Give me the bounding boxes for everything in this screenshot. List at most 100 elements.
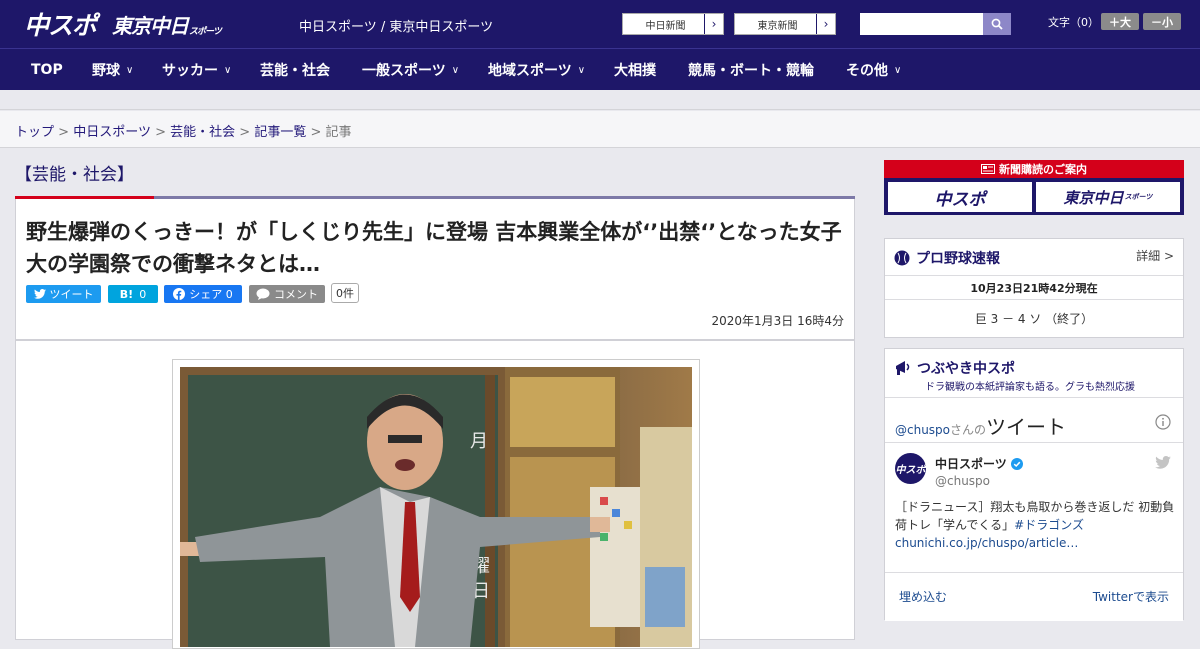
twitter-tweets-word: ツイート (986, 415, 1067, 439)
subscription-title: 新聞購読のご案内 (884, 160, 1184, 178)
baseball-icon (894, 250, 910, 266)
main-nav: TOP 野球 ∨ サッカー ∨ 芸能・社会 一般スポーツ ∨ 地域スポーツ ∨ 大相撲 … (0, 48, 1200, 90)
baseball-updated: 10月23日21時42分現在 (970, 282, 1098, 295)
tokyo-shimbun-button[interactable]: 東京新聞 › (734, 13, 836, 35)
search-input[interactable] (860, 13, 983, 35)
twitter-panel-title: つぶやき中スポ (894, 358, 1015, 378)
breadcrumb-sep: > (58, 125, 70, 140)
view-on-twitter-link[interactable]: Twitterで表示 (1093, 588, 1169, 605)
baseball-title-text: プロ野球速報 (916, 251, 1000, 267)
divider (885, 299, 1183, 300)
breadcrumb-chuspo[interactable]: 中日スポーツ (73, 125, 151, 140)
tweet-account-name-text: 中日スポーツ (935, 457, 1007, 471)
breadcrumb-sep: > (239, 125, 251, 140)
divider (885, 275, 1183, 276)
breadcrumb-current: 記事 (325, 125, 352, 140)
chevron-down-icon: ∨ (894, 64, 902, 76)
tweet-label: ツイート (49, 288, 94, 301)
breadcrumb-article-list[interactable]: 記事一覧 (254, 125, 306, 140)
verified-badge-icon (1010, 457, 1023, 470)
nav-item-local-sports[interactable]: 地域スポーツ ∨ (488, 49, 585, 91)
article-photo: 月 曜 日 (180, 367, 692, 647)
chunichi-shimbun-button[interactable]: 中日新聞 › (622, 13, 724, 35)
tokyo-chunichi-logo[interactable]: 東京中日 スポーツ (112, 11, 222, 39)
article-header: 野生爆弾のくっきー！が「しくじり先生」に登場 吉本興業全体が‘’出禁‘’となった… (15, 199, 855, 340)
chevron-down-icon: ∨ (224, 64, 232, 76)
chevron-down-icon: ∨ (577, 64, 586, 76)
nav-label: 競馬・ボート・競輪 (688, 63, 814, 79)
breadcrumb-entertainment[interactable]: 芸能・社会 (170, 125, 235, 140)
twitter-panel: つぶやき中スポ ドラ観戦の本紙評論家も語る。グラも熱烈応援 @chuspoさんの… (884, 348, 1184, 621)
nav-item-other[interactable]: その他 ∨ (846, 49, 901, 91)
nav-label: TOP (31, 62, 63, 78)
baseball-detail-link[interactable]: 詳細 > (1136, 247, 1174, 264)
tweet-hashtag[interactable]: #ドラゴンズ (1014, 518, 1084, 532)
nav-label: その他 (846, 63, 888, 79)
twitter-panel-subtitle: ドラ観戦の本紙評論家も語る。グラも熱烈応援 (925, 382, 1135, 393)
nav-item-entertainment[interactable]: 芸能・社会 (260, 49, 330, 91)
twitter-bird-icon (33, 289, 46, 299)
hatena-b-icon: B! (119, 287, 134, 301)
twitter-embed: @chuspoさんのツイート 中スポ 中日スポーツ @chuspo ［ドラニュー… (885, 397, 1183, 621)
hatena-bookmark-button[interactable]: B! 0 (108, 285, 158, 303)
baseball-score-row[interactable]: 巨 3 － 4 ソ （終了） (885, 310, 1183, 327)
comment-button[interactable]: コメント (249, 285, 325, 303)
search-icon (991, 18, 1003, 30)
divider (885, 572, 1183, 573)
embed-link[interactable]: 埋め込む (899, 588, 947, 605)
avatar[interactable]: 中スポ (895, 453, 926, 484)
photo-illustration: 月 曜 日 (180, 367, 692, 647)
subscribe-chuspo-logo[interactable]: 中スポ (888, 182, 1032, 212)
breadcrumb-sep: > (155, 125, 166, 140)
nav-item-general-sports[interactable]: 一般スポーツ ∨ (362, 49, 459, 91)
baseball-panel-title: プロ野球速報 (894, 248, 1000, 268)
tweet-account-name[interactable]: 中日スポーツ (935, 455, 1023, 472)
breadcrumb-top[interactable]: トップ (15, 125, 54, 140)
nav-item-sumo[interactable]: 大相撲 (614, 49, 656, 91)
article-body: 月 曜 日 (15, 340, 855, 649)
twitter-panel-title-text: つぶやき中スポ (917, 361, 1015, 377)
hatena-count: 0 (139, 287, 147, 301)
subscribe-tokyo-text: 東京中日 (1063, 188, 1124, 207)
site-names: 中日スポーツ / 東京中日スポーツ (299, 20, 494, 35)
nav-item-baseball[interactable]: 野球 ∨ (92, 49, 133, 91)
breadcrumb-bar: トップ > 中日スポーツ > 芸能・社会 > 記事一覧 > 記事 (0, 111, 1200, 148)
tweet-link[interactable]: chunichi.co.jp/chuspo/article… (895, 536, 1078, 550)
chevron-right-icon: › (704, 14, 723, 34)
nav-item-soccer[interactable]: サッカー ∨ (162, 49, 231, 91)
svg-text:月: 月 (470, 431, 488, 452)
twitter-handle-suffix: さんの (950, 423, 987, 437)
tokyo-shimbun-label: 東京新聞 (757, 20, 798, 32)
baseball-score-panel: プロ野球速報 詳細 > 10月23日21時42分現在 巨 3 － 4 ソ （終了… (884, 238, 1184, 338)
spacer-strip (0, 90, 1200, 110)
tweet-account-handle[interactable]: @chuspo (935, 474, 990, 488)
nav-item-top[interactable]: TOP (31, 49, 63, 91)
twitter-handle-link[interactable]: @chuspo (895, 423, 950, 437)
nav-item-racing[interactable]: 競馬・ボート・競輪 (688, 49, 814, 91)
nav-label: 野球 (92, 63, 120, 79)
tweet-button[interactable]: ツイート (26, 285, 101, 303)
category-title: 【芸能・社会】 (15, 165, 134, 185)
subscription-banner[interactable]: 新聞購読のご案内 中スポ 東京中日 スポーツ (884, 160, 1184, 215)
subscribe-tokyo-logo[interactable]: 東京中日 スポーツ (1036, 182, 1180, 212)
nav-label: 芸能・社会 (260, 63, 330, 79)
info-icon[interactable] (1155, 414, 1171, 430)
nav-label: 大相撲 (614, 63, 656, 79)
publish-date: 2020年1月3日 16時4分 (711, 314, 844, 328)
chevron-down-icon: ∨ (451, 64, 460, 76)
facebook-share-button[interactable]: シェア 0 (164, 285, 242, 303)
font-larger-button[interactable]: ＋大 (1101, 13, 1139, 30)
font-smaller-button[interactable]: －小 (1143, 13, 1181, 30)
twitter-embed-header: @chuspoさんのツイート (895, 411, 1066, 440)
tweet-text: ［ドラニュース］翔太も鳥取から巻き返しだ 初動負荷トレ「学んでくる」#ドラゴンズ… (895, 498, 1175, 552)
chevron-down-icon: ∨ (126, 64, 134, 76)
chuspo-logo[interactable]: 中スポ (24, 9, 97, 40)
comment-label: コメント (274, 288, 318, 301)
twitter-bird-icon[interactable] (1155, 456, 1171, 469)
megaphone-icon (896, 361, 910, 375)
chunichi-shimbun-label: 中日新聞 (645, 20, 686, 32)
site-header: 中スポ 東京中日 スポーツ 中日スポーツ / 東京中日スポーツ 中日新聞 › 東京… (0, 0, 1200, 48)
nav-label: 地域スポーツ (488, 63, 572, 79)
search-button[interactable] (983, 13, 1011, 35)
article-headline: 野生爆弾のくっきー！が「しくじり先生」に登場 吉本興業全体が‘’出禁‘’となった… (26, 220, 842, 276)
